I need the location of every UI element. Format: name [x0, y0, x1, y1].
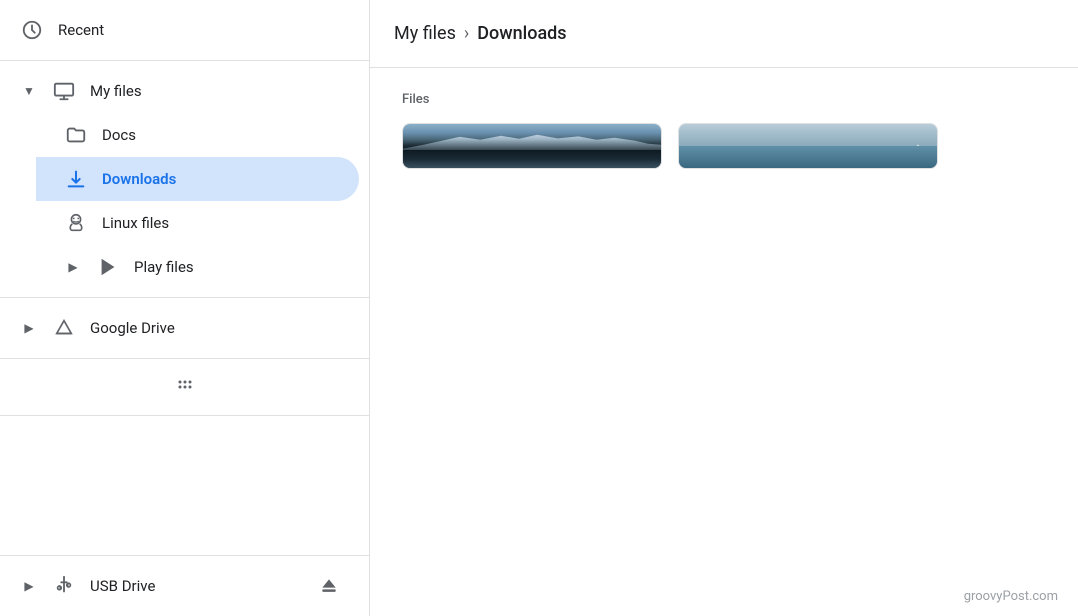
recent-icon — [20, 18, 44, 42]
sidebar-item-my-files[interactable]: ▼ My files — [0, 69, 359, 113]
files-section-label: Files — [402, 92, 1046, 107]
sidebar-google-drive-group: ▶ Google Drive — [0, 302, 369, 354]
divider-1 — [0, 297, 369, 298]
sidebar-recent-label: Recent — [58, 21, 104, 39]
play-icon — [96, 255, 120, 279]
sidebar-item-downloads[interactable]: Downloads — [36, 157, 359, 201]
sidebar-play-label: Play files — [134, 258, 194, 276]
files-grid: Screenshot 2022-0... — [402, 123, 1046, 169]
folder-icon — [64, 123, 88, 147]
file-info-screenshot: Screenshot 2022-0... — [403, 168, 661, 169]
breadcrumb-my-files[interactable]: My files — [394, 23, 456, 44]
breadcrumb-separator: › — [464, 23, 469, 44]
sidebar-docs-label: Docs — [102, 126, 136, 144]
sidebar-item-docs[interactable]: Docs — [36, 113, 359, 157]
sidebar-usb-label: USB Drive — [90, 577, 155, 595]
sidebar-item-usb[interactable]: ▶ USB Drive — [0, 564, 359, 608]
breadcrumb: My files › Downloads — [394, 23, 567, 44]
usb-icon — [52, 574, 76, 598]
computer-icon — [52, 79, 76, 103]
usb-expand-icon: ▶ — [20, 579, 38, 593]
topbar: My files › Downloads — [370, 0, 1078, 68]
sidebar-drive-label: Google Drive — [90, 319, 175, 337]
divider-3 — [0, 415, 369, 416]
play-expand-icon: ▶ — [64, 260, 82, 274]
sidebar-item-google-drive[interactable]: ▶ Google Drive — [0, 306, 359, 350]
more-options-icon[interactable] — [0, 363, 369, 411]
eject-icon[interactable] — [319, 576, 339, 596]
main-content: My files › Downloads Files — [370, 0, 1078, 616]
sidebar-linux-label: Linux files — [102, 214, 169, 232]
sidebar-usb-group: ▶ USB Drive — [0, 555, 369, 616]
sidebar-item-play[interactable]: ▶ Play files — [36, 245, 359, 289]
sidebar-sub-items: Docs Downloads — [0, 113, 369, 289]
file-info-recording: Screen recording 2... — [679, 168, 937, 169]
content-area: Files Screenshot 2022-0... — [370, 68, 1078, 616]
file-card-screenshot[interactable]: Screenshot 2022-0... — [402, 123, 662, 169]
drive-expand-icon: ▶ — [20, 321, 38, 335]
sidebar-item-recent[interactable]: Recent — [0, 8, 359, 52]
linux-icon — [64, 211, 88, 235]
download-icon — [64, 167, 88, 191]
my-files-expand-icon: ▼ — [20, 84, 38, 98]
sidebar-my-files-label: My files — [90, 82, 142, 100]
watermark: groovyPost.com — [964, 589, 1058, 604]
breadcrumb-current: Downloads — [477, 23, 566, 44]
sidebar: Recent ▼ My files — [0, 0, 370, 616]
divider-2 — [0, 358, 369, 359]
sidebar-downloads-label: Downloads — [102, 170, 176, 188]
sidebar-my-files-group: ▼ My files Docs — [0, 65, 369, 293]
file-thumbnail-screenshot — [403, 124, 661, 168]
file-card-recording[interactable]: Screen recording 2... — [678, 123, 938, 169]
file-thumbnail-recording — [679, 124, 937, 168]
drive-icon — [52, 316, 76, 340]
sidebar-item-linux[interactable]: Linux files — [36, 201, 359, 245]
